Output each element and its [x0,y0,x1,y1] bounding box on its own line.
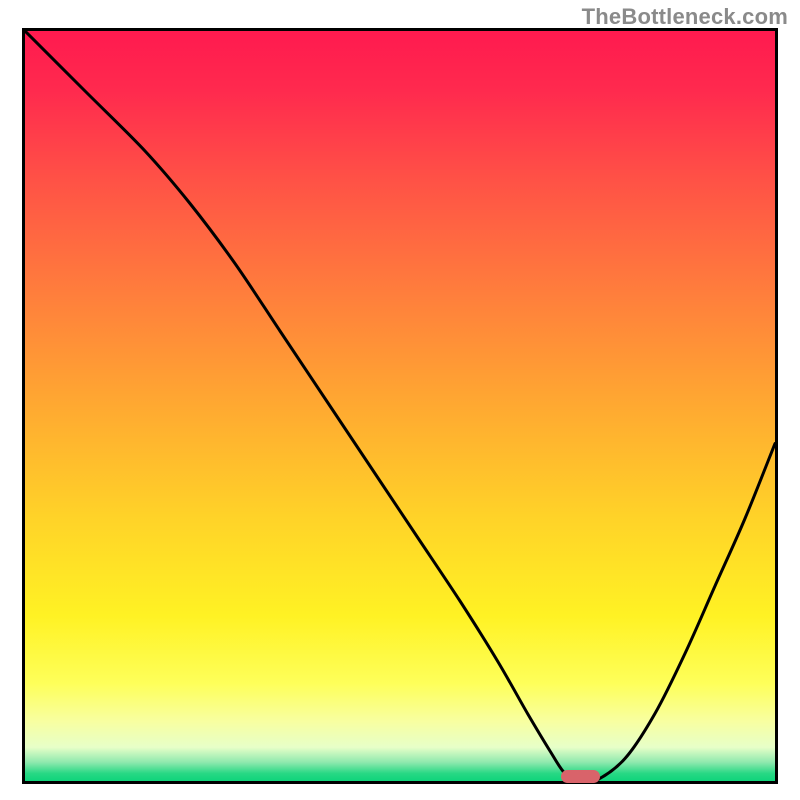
chart-frame [22,28,778,784]
watermark-text: TheBottleneck.com [582,4,788,30]
optimal-marker [561,770,600,784]
bottleneck-chart [25,31,775,781]
